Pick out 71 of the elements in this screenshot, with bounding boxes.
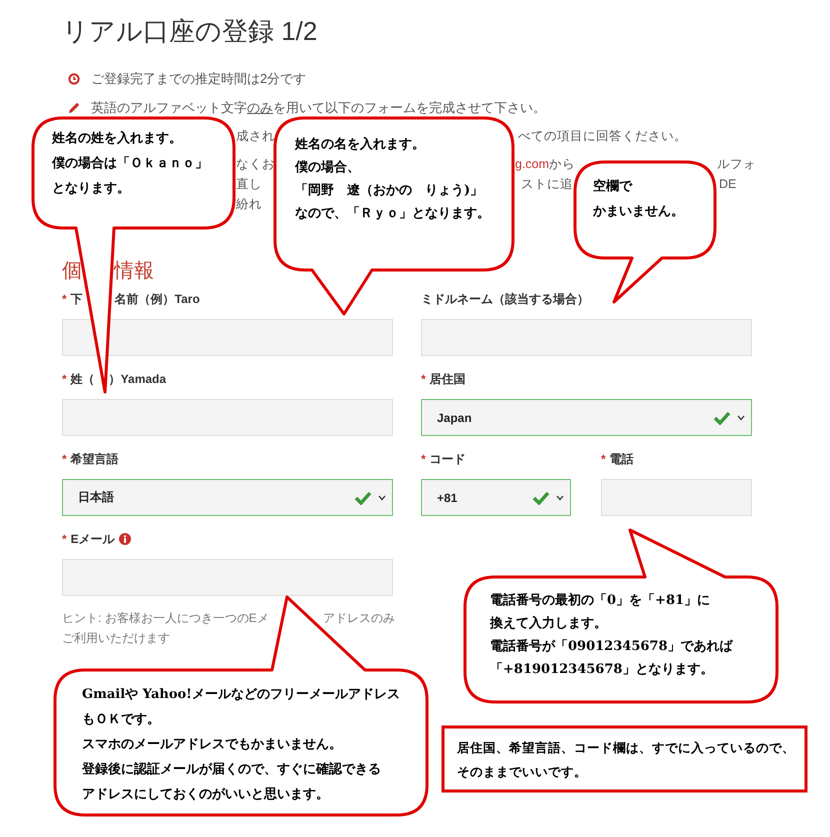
- callout-text: かまいません。: [593, 203, 684, 221]
- hint-text: ヒント: お客様お一人につき一つのEメ: [62, 610, 269, 627]
- pencil-icon: [68, 102, 80, 114]
- notice-text: 英語のアルファベット文字のみを用いて以下のフォームを完成させて下さい。: [91, 99, 546, 117]
- select-field[interactable]: Japan: [421, 399, 752, 436]
- notice-text: から: [549, 156, 575, 173]
- required-mark: *: [62, 452, 67, 466]
- check-icon: [354, 490, 372, 504]
- check-icon: [532, 490, 550, 504]
- callout-text: 電話番号の最初の「0」を「+81」に: [490, 592, 712, 610]
- required-mark: *: [421, 452, 426, 466]
- clock-icon: [68, 73, 80, 85]
- field-label: ）Yamada: [108, 370, 166, 388]
- section-title: 情報: [114, 259, 154, 284]
- required-mark: *: [601, 452, 606, 466]
- required-mark: *: [62, 292, 67, 306]
- callout-text: 姓名の姓を入れます。: [52, 130, 183, 148]
- notice-text: なくお: [236, 156, 275, 173]
- required-mark: *: [62, 372, 67, 386]
- page-title: リアル口座の登録 1/2: [62, 15, 318, 48]
- required-mark: *: [62, 532, 67, 546]
- field-label: ミドルネーム（該当する場合）: [421, 290, 589, 308]
- callout-text: 僕の場合は「Ｏｋａｎｏ」: [52, 155, 208, 173]
- callout-text: となります。: [52, 180, 131, 198]
- input-field[interactable]: [421, 319, 752, 356]
- hint-text: ご利用いただけます: [62, 630, 170, 647]
- callout-text: 空欄で: [593, 178, 634, 196]
- field-label: 居住国: [430, 370, 466, 388]
- input-field[interactable]: [62, 559, 393, 596]
- callout-text: 電話番号が「09012345678」であれば: [490, 638, 732, 656]
- select-field[interactable]: +81: [421, 479, 571, 516]
- callout-text: スマホのメールアドレスでもかまいません。: [82, 736, 343, 754]
- callout-text: 「岡野 遼（おかの りょう)」: [295, 182, 484, 200]
- notice-text: 紛れ: [236, 196, 262, 213]
- section-title: 個: [62, 259, 82, 284]
- chevron-icon: [737, 414, 745, 420]
- callout-text: 登録後に認証メールが届くので、すぐに確認できる: [82, 761, 382, 779]
- callout-text: 僕の場合、: [295, 159, 361, 177]
- chevron-icon: [556, 494, 564, 500]
- field-label: 姓（: [70, 370, 95, 388]
- callout-text: もＯＫです。: [82, 711, 161, 729]
- input-field[interactable]: [601, 479, 752, 516]
- chevron-icon: [378, 494, 386, 500]
- input-field[interactable]: [62, 319, 393, 356]
- field-label: Eメール: [70, 530, 115, 548]
- link[interactable]: g.com: [515, 154, 550, 174]
- required-mark: *: [421, 372, 426, 386]
- notice-text: 直し: [236, 176, 262, 193]
- field-label: 希望言語: [70, 450, 119, 468]
- select-field[interactable]: 日本語: [62, 479, 393, 516]
- notice-text: べての項目に回答ください。: [518, 128, 687, 145]
- notice-text: ストに追: [521, 176, 573, 193]
- callout-text: 「+819012345678」となります。: [490, 661, 714, 679]
- callout-text: アドレスにしておくのがいいと思います。: [82, 786, 330, 804]
- callout-text: Gmailや Yahoo!メールなどのフリーメールアドレス: [82, 686, 400, 704]
- hint-text: アドレスのみ: [322, 610, 395, 627]
- field-label: 名前（例）Taro: [114, 290, 200, 308]
- check-icon: [713, 410, 731, 424]
- input-field[interactable]: [62, 399, 393, 436]
- notice-text: 成され: [236, 128, 275, 145]
- notice-text: ご登録完了までの推定時間は2分です: [91, 70, 306, 88]
- field-label: 下: [70, 290, 83, 308]
- notice-text: ルフォ: [717, 156, 756, 173]
- field-label: 電話: [610, 450, 634, 468]
- field-label: コード: [430, 450, 466, 468]
- callout-text: 姓名の名を入れます。: [295, 136, 426, 154]
- callout-text: 換えて入力します。: [490, 614, 608, 633]
- callout-text: なので、「Ｒｙｏ」となります。: [295, 205, 490, 223]
- callout-text: そのままでいいです。: [457, 763, 588, 781]
- callout-text: 居住国、希望言語、コード欄は、すでに入っているので、: [457, 739, 795, 757]
- notice-text: DE: [719, 176, 736, 193]
